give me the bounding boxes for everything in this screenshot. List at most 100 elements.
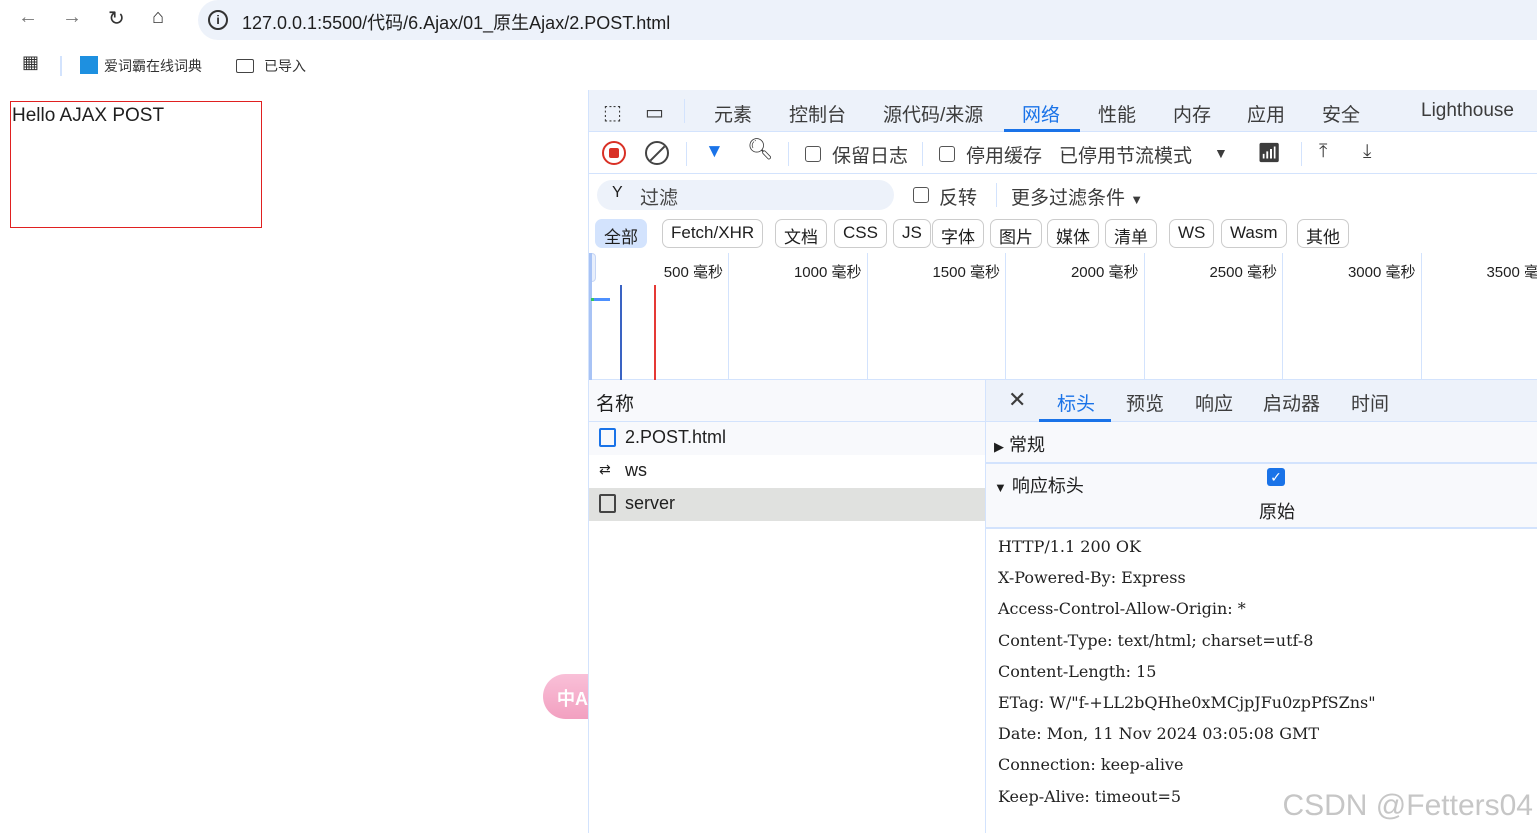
type-filter-chip[interactable]: 字体 bbox=[932, 219, 984, 248]
watermark: CSDN @Fetters04 bbox=[1282, 789, 1533, 822]
timeline-gridline bbox=[1005, 253, 1006, 380]
chevron-down-icon[interactable]: ▼ bbox=[1214, 145, 1228, 161]
type-filter-chip[interactable]: JS bbox=[893, 219, 931, 248]
preserve-log-checkbox[interactable] bbox=[805, 146, 821, 162]
export-har-icon[interactable]: ⤓ bbox=[1363, 141, 1371, 163]
filter-input[interactable]: Y 过滤 bbox=[597, 180, 894, 210]
tab-console[interactable]: 控制台 bbox=[789, 100, 846, 127]
apps-icon[interactable]: ▦ bbox=[22, 52, 39, 73]
network-toolbar: ▼ 🔍︎ 保留日志 停用缓存 已停用节流模式 ▼ 📶︎ ⤒ ⤓ bbox=[589, 133, 1537, 174]
name-column-header[interactable]: 名称 bbox=[589, 380, 985, 422]
request-row[interactable]: 2.POST.html bbox=[589, 422, 985, 455]
filter-icon[interactable]: ▼ bbox=[705, 141, 724, 163]
forward-button[interactable]: → bbox=[62, 6, 82, 29]
type-filter-chip[interactable]: 图片 bbox=[990, 219, 1042, 248]
url-text: 127.0.0.1:5500/代码/6.Ajax/01_原生Ajax/2.POS… bbox=[242, 13, 671, 33]
chevron-down-icon: ▼ bbox=[1130, 192, 1144, 207]
timeline-gridline bbox=[728, 253, 729, 380]
request-name: 2.POST.html bbox=[625, 427, 727, 447]
back-button[interactable]: ← bbox=[18, 6, 38, 29]
request-row-selected[interactable]: server bbox=[589, 488, 985, 521]
tab-performance[interactable]: 性能 bbox=[1098, 100, 1136, 127]
timeline-gridline bbox=[1420, 253, 1422, 380]
request-details: ✕ 标头 预览 响应 启动器 时间 ▶ 常规 ▼ 响应标头 ✓ 原始 HTTP/… bbox=[986, 380, 1537, 833]
raw-header-line: Access-Control-Allow-Origin: * bbox=[998, 599, 1246, 619]
raw-headers: HTTP/1.1 200 OK X-Powered-By: Express Acce… bbox=[986, 529, 1537, 829]
tab-preview[interactable]: 预览 bbox=[1126, 389, 1164, 416]
raw-header-line: Date: Mon, 11 Nov 2024 03:05:08 GMT bbox=[998, 724, 1320, 744]
general-section-label: 常规 bbox=[1009, 435, 1046, 455]
response-headers-label: 响应标头 bbox=[1011, 476, 1084, 496]
caret-right-icon: ▶ bbox=[994, 439, 1004, 454]
timeline-tick-label: 500 毫秒 bbox=[663, 264, 723, 281]
raw-header-line: Keep-Alive: timeout=5 bbox=[998, 786, 1182, 806]
type-filter-chip[interactable]: 其他 bbox=[1297, 219, 1349, 248]
throttling-select[interactable]: 已停用节流模式 bbox=[1059, 141, 1192, 168]
timeline-gridline bbox=[866, 253, 868, 380]
active-tab-indicator bbox=[1004, 129, 1080, 132]
request-name: server bbox=[625, 493, 676, 513]
tab-security[interactable]: 安全 bbox=[1322, 100, 1360, 127]
invert-label: 反转 bbox=[939, 188, 978, 209]
tab-timing[interactable]: 时间 bbox=[1351, 389, 1389, 416]
raw-header-line: Connection: keep-alive bbox=[998, 755, 1184, 775]
filter-icon: Y bbox=[612, 184, 623, 201]
tab-network[interactable]: 网络 bbox=[1022, 100, 1060, 127]
timeline-request-bar bbox=[591, 298, 594, 301]
tab-elements[interactable]: 元素 bbox=[714, 100, 752, 127]
detail-tabs: ✕ 标头 预览 响应 启动器 时间 bbox=[986, 380, 1537, 422]
bookmark-folder-imported[interactable]: 已导入 bbox=[236, 56, 306, 76]
websocket-icon: ⇄ bbox=[599, 461, 611, 477]
reload-button[interactable]: ↻ bbox=[108, 6, 125, 31]
type-filter-chip[interactable]: 清单 bbox=[1105, 219, 1157, 248]
tab-application[interactable]: 应用 bbox=[1247, 100, 1285, 127]
disable-cache-label: 停用缓存 bbox=[966, 146, 1043, 167]
translate-icon[interactable]: 中A bbox=[543, 674, 588, 719]
tab-lighthouse[interactable]: Lighthouse bbox=[1421, 100, 1514, 122]
inspect-element-icon[interactable]: ⬚ bbox=[603, 100, 622, 125]
invert-checkbox[interactable] bbox=[913, 187, 929, 203]
request-row[interactable]: ⇄ ws bbox=[589, 455, 985, 488]
search-icon[interactable]: 🔍︎ bbox=[747, 138, 774, 162]
network-conditions-icon[interactable]: 📶︎ bbox=[1257, 141, 1281, 165]
address-bar[interactable]: i 127.0.0.1:5500/代码/6.Ajax/01_原生Ajax/2.P… bbox=[198, 0, 1537, 40]
info-icon[interactable]: i bbox=[208, 10, 228, 30]
timeline-tick-label: 2500 毫秒 bbox=[1209, 264, 1277, 281]
request-list: 名称 2.POST.html ⇄ ws server bbox=[589, 380, 986, 833]
raw-checkbox[interactable]: ✓ bbox=[1267, 468, 1285, 486]
import-har-icon[interactable]: ⤒ bbox=[1319, 141, 1327, 163]
tab-sources[interactable]: 源代码/来源 bbox=[883, 100, 983, 127]
home-button[interactable]: ⌂ bbox=[152, 6, 164, 29]
type-filter-chip[interactable]: Fetch/XHR bbox=[662, 219, 764, 248]
close-icon[interactable]: ✕ bbox=[1008, 387, 1026, 413]
device-toolbar-icon[interactable]: ▭ bbox=[645, 100, 664, 125]
tab-headers[interactable]: 标头 bbox=[1057, 389, 1095, 416]
timeline-overview: 500 毫秒 1000 毫秒 1500 毫秒 2000 毫秒 2500 毫秒 3000 毫… bbox=[589, 253, 1537, 380]
type-filter-chip[interactable]: CSS bbox=[834, 219, 887, 248]
timeline-gridline bbox=[1143, 253, 1145, 380]
devtools-tabs: ⬚ ▭ 元素 控制台 源代码/来源 网络 性能 内存 应用 安全 Lightho… bbox=[589, 90, 1537, 132]
tab-memory[interactable]: 内存 bbox=[1173, 100, 1211, 127]
bookmark-iciba[interactable]: 爱词霸在线词典 bbox=[80, 56, 202, 76]
more-filters-dropdown[interactable]: 更多过滤条件 ▼ bbox=[1011, 183, 1143, 210]
record-stop-icon[interactable] bbox=[602, 141, 626, 165]
general-section-toggle[interactable]: ▶ 常规 bbox=[986, 422, 1537, 464]
type-filter-chip[interactable]: Wasm bbox=[1221, 219, 1287, 248]
type-filter-chip[interactable]: 文档 bbox=[775, 219, 827, 248]
bookmark-label: 爱词霸在线词典 bbox=[104, 58, 202, 74]
timeline-selection-edge bbox=[589, 253, 592, 380]
clear-icon[interactable] bbox=[645, 141, 669, 165]
filter-placeholder: 过滤 bbox=[640, 188, 679, 209]
type-filter-chip[interactable]: 全部 bbox=[595, 219, 647, 248]
tab-initiator[interactable]: 启动器 bbox=[1263, 389, 1320, 416]
raw-header-line: Content-Length: 15 bbox=[998, 661, 1157, 681]
type-filter-chip[interactable]: 媒体 bbox=[1047, 219, 1099, 248]
filter-row: Y 过滤 反转 更多过滤条件 ▼ bbox=[589, 175, 1537, 215]
file-icon bbox=[599, 494, 616, 513]
disable-cache-checkbox[interactable] bbox=[939, 146, 955, 162]
type-filter-chip[interactable]: WS bbox=[1169, 219, 1215, 248]
raw-header-line: HTTP/1.1 200 OK bbox=[998, 537, 1141, 556]
response-headers-section[interactable]: ▼ 响应标头 ✓ 原始 bbox=[986, 464, 1537, 529]
tab-response[interactable]: 响应 bbox=[1195, 389, 1233, 416]
raw-header-line: X-Powered-By: Express bbox=[998, 568, 1186, 588]
